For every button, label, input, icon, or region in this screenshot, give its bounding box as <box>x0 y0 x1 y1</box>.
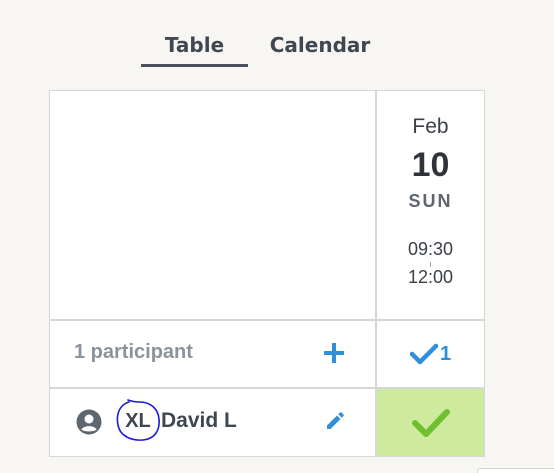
plus-icon <box>324 343 344 363</box>
date-option-header: Feb 10 SUN 09:30 12:00 <box>377 91 484 319</box>
yes-count-cell: 1 <box>377 321 484 387</box>
floating-panel-edge <box>477 468 554 473</box>
tab-calendar[interactable]: Calendar <box>262 33 378 67</box>
date-month: Feb <box>412 115 449 138</box>
poll-page: Table Calendar Feb 10 SUN 09:30 12:00 1 … <box>0 0 554 473</box>
date-day: 10 <box>411 146 450 184</box>
date-weekday: SUN <box>408 191 453 211</box>
vote-cell-yes[interactable] <box>377 389 484 456</box>
participant-name: David L <box>161 409 237 432</box>
initials-annotation-circle <box>116 399 160 441</box>
poll-grid: Feb 10 SUN 09:30 12:00 1 participant 1 X… <box>49 90 485 457</box>
time-start: 09:30 <box>407 239 454 259</box>
time-end: 12:00 <box>407 267 454 287</box>
check-icon <box>411 408 450 437</box>
account-circle-icon <box>76 409 102 435</box>
yes-count: 1 <box>439 342 452 365</box>
add-participant-button[interactable] <box>322 341 346 365</box>
tab-table[interactable]: Table <box>141 33 248 67</box>
pencil-icon <box>327 412 344 429</box>
participants-count: 1 participant <box>74 341 193 363</box>
check-icon <box>409 343 438 365</box>
edit-participant-button[interactable] <box>324 410 346 432</box>
